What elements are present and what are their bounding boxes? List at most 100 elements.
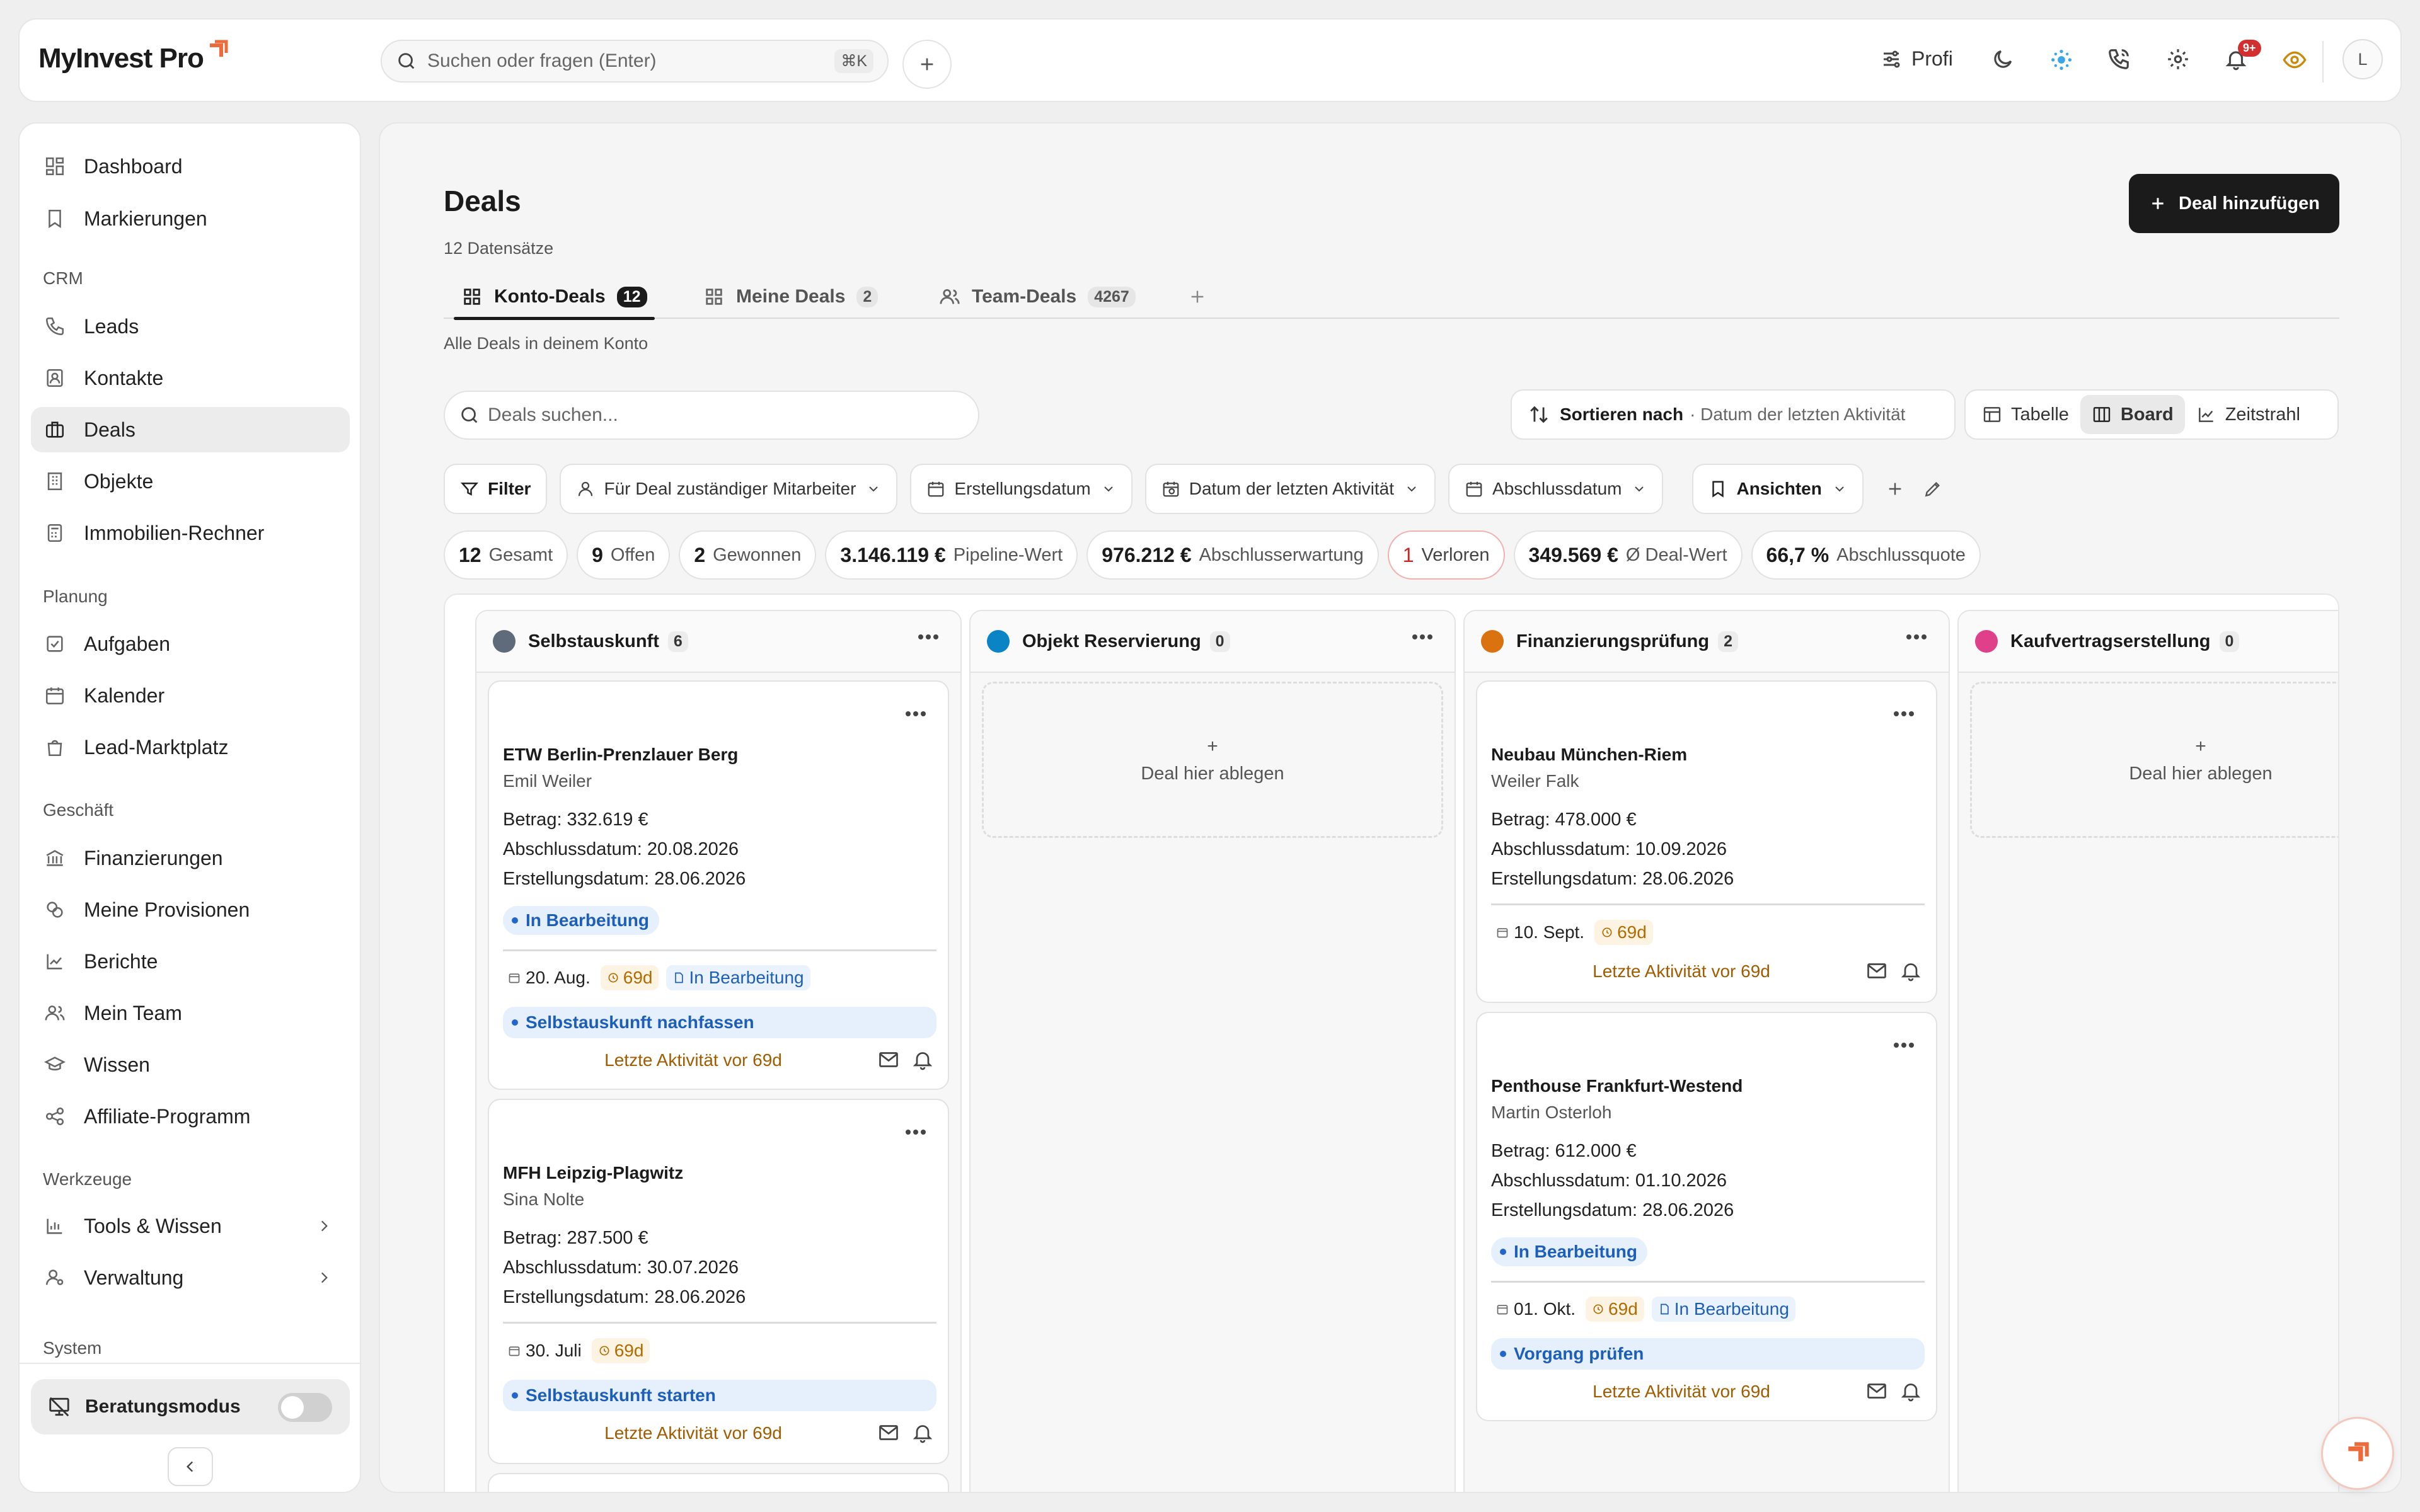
view-table[interactable]: Tabelle (1971, 395, 2080, 434)
card-divider (503, 1322, 936, 1324)
ai-assistant-button[interactable] (2049, 47, 2074, 72)
more-options-icon[interactable] (1893, 1042, 1915, 1048)
tab-meine-deals[interactable]: Meine Deals 2 (703, 275, 879, 319)
sidebar-item-meine-provisionen[interactable]: Meine Provisionen (31, 887, 350, 932)
sidebar-item-markierungen[interactable]: Markierungen (31, 196, 350, 241)
sidebar-item-immobilien-rechner[interactable]: Immobilien-Rechner (31, 510, 350, 556)
add-deal-button[interactable]: Deal hinzufügen (2129, 174, 2339, 233)
drop-zone[interactable]: + Deal hier ablegen (1970, 682, 2338, 838)
notifications-button[interactable]: 9+ (2224, 40, 2261, 71)
next-task[interactable]: Selbstauskunft starten (503, 1380, 936, 1411)
column-count: 2 (1718, 631, 1738, 652)
sidebar-item-lead-marktplatz[interactable]: Lead-Marktplatz (31, 724, 350, 770)
stat-close-rate[interactable]: 66,7 % Abschlussquote (1751, 530, 1981, 580)
drop-zone[interactable]: + Deal hier ablegen (982, 682, 1443, 838)
stat-value: 66,7 % (1766, 543, 1829, 566)
global-search-input[interactable]: Suchen oder fragen (Enter) ⌘K (381, 40, 889, 83)
more-options-icon[interactable] (1412, 634, 1433, 640)
more-options-icon[interactable] (905, 1129, 926, 1135)
filter-button[interactable]: Filter (444, 464, 548, 514)
mail-icon[interactable] (877, 1421, 900, 1444)
header-divider (2322, 41, 2324, 83)
collapse-sidebar-button[interactable] (168, 1447, 213, 1486)
shopping-bag-icon (42, 736, 67, 758)
consult-mode-toggle[interactable] (278, 1393, 332, 1422)
settings-button[interactable] (2166, 47, 2190, 71)
tab-count: 2 (856, 286, 879, 307)
add-tab-button[interactable] (1187, 275, 1207, 319)
graduation-cap-icon (42, 1054, 67, 1075)
sidebar-item-mein-team[interactable]: Mein Team (31, 990, 350, 1036)
filter-close-date-dropdown[interactable]: Abschlussdatum (1448, 464, 1664, 514)
sidebar-item-wissen[interactable]: Wissen (31, 1042, 350, 1087)
sidebar-item-deals[interactable]: Deals (31, 407, 350, 452)
tab-konto-deals[interactable]: Konto-Deals 12 (454, 275, 654, 320)
dark-mode-toggle[interactable] (1991, 47, 2015, 71)
mail-icon[interactable] (1865, 959, 1888, 982)
more-options-icon[interactable] (1893, 711, 1915, 717)
quick-add-button[interactable] (902, 40, 952, 89)
stat-won[interactable]: 2 Gewonnen (679, 530, 817, 580)
deal-card[interactable]: Neubau München-Riem Weiler Falk Betrag: … (1476, 680, 1937, 1003)
stat-total[interactable]: 12 Gesamt (444, 530, 568, 580)
column-header: Objekt Reservierung 0 (971, 611, 1455, 673)
sidebar-item-tools-wissen[interactable]: Tools & Wissen (31, 1203, 350, 1249)
mail-icon[interactable] (877, 1048, 900, 1071)
tab-team-deals[interactable]: Team-Deals 4267 (939, 275, 1136, 319)
bell-icon[interactable] (1899, 1380, 1922, 1402)
app-logo[interactable]: MyInvest Pro (38, 40, 229, 74)
column-header: Finanzierungsprüfung 2 (1465, 611, 1949, 673)
edit-view-button[interactable] (1914, 464, 1952, 514)
deal-contact: Emil Weiler (503, 771, 592, 791)
deal-search-input[interactable]: Deals suchen... (444, 391, 979, 440)
view-board[interactable]: Board (2080, 395, 2185, 434)
sort-button[interactable]: Sortieren nach · Datum der letzten Aktiv… (1511, 389, 1956, 440)
column-title: Finanzierungsprüfung (1516, 631, 1710, 651)
more-options-icon[interactable] (1906, 634, 1927, 640)
sidebar-item-dashboard[interactable]: Dashboard (31, 144, 350, 189)
sidebar-item-finanzierungen[interactable]: Finanzierungen (31, 835, 350, 881)
sidebar-item-berichte[interactable]: Berichte (31, 939, 350, 984)
filter-created-date-dropdown[interactable]: Erstellungsdatum (910, 464, 1132, 514)
sidebar-item-verwaltung[interactable]: Verwaltung (31, 1255, 350, 1300)
filter-owner-dropdown[interactable]: Für Deal zuständiger Mitarbeiter (560, 464, 898, 514)
profi-mode-button[interactable]: Profi (1871, 47, 1953, 71)
sidebar-item-label: Tools & Wissen (84, 1214, 222, 1237)
sidebar-item-leads[interactable]: Leads (31, 304, 350, 349)
sidebar-item-aufgaben[interactable]: Aufgaben (31, 621, 350, 667)
next-task[interactable]: Selbstauskunft nachfassen (503, 1007, 936, 1038)
sidebar-item-affiliate-programm[interactable]: Affiliate-Programm (31, 1094, 350, 1139)
stat-expected-close[interactable]: 976.212 € Abschlusserwartung (1086, 530, 1379, 580)
card-actions (866, 1421, 934, 1444)
deal-card[interactable] (488, 1473, 949, 1492)
help-assistant-button[interactable] (2321, 1417, 2394, 1490)
stat-open[interactable]: 9 Offen (577, 530, 671, 580)
phone-button[interactable] (2107, 47, 2131, 71)
deal-card[interactable]: MFH Leipzig-Plagwitz Sina Nolte Betrag: … (488, 1099, 949, 1464)
filter-last-activity-dropdown[interactable]: Datum der letzten Aktivität (1144, 464, 1436, 514)
visibility-button[interactable] (2282, 47, 2307, 72)
sidebar-item-kalender[interactable]: Kalender (31, 673, 350, 718)
add-view-button[interactable] (1876, 464, 1914, 514)
deal-card[interactable]: ETW Berlin-Prenzlauer Berg Emil Weiler B… (488, 680, 949, 1090)
user-avatar[interactable]: L (2342, 39, 2383, 79)
bell-icon[interactable] (1899, 959, 1922, 982)
view-timeline[interactable]: Zeitstrahl (2185, 395, 2312, 434)
bell-icon[interactable] (911, 1421, 934, 1444)
consult-mode-row[interactable]: Beratungsmodus (31, 1379, 350, 1435)
sidebar-footer: Beratungsmodus (20, 1363, 360, 1492)
stat-pipeline-value[interactable]: 3.146.119 € Pipeline-Wert (825, 530, 1078, 580)
deal-card[interactable]: Penthouse Frankfurt-Westend Martin Oster… (1476, 1012, 1937, 1421)
more-options-icon[interactable] (918, 634, 939, 640)
stat-lost[interactable]: 1 Verloren (1387, 530, 1505, 580)
mail-icon[interactable] (1865, 1380, 1888, 1402)
more-options-icon[interactable] (905, 711, 926, 717)
view-label: Zeitstrahl (2225, 404, 2300, 425)
sidebar-item-kontakte[interactable]: Kontakte (31, 355, 350, 401)
next-task[interactable]: Vorgang prüfen (1491, 1338, 1925, 1370)
stat-avg-deal-value[interactable]: 349.569 € Ø Deal-Wert (1513, 530, 1743, 580)
top-bar: MyInvest Pro Suchen oder fragen (Enter) … (18, 18, 2402, 102)
bell-icon[interactable] (911, 1048, 934, 1071)
sidebar-item-objekte[interactable]: Objekte (31, 459, 350, 504)
views-dropdown[interactable]: Ansichten (1692, 464, 1864, 514)
